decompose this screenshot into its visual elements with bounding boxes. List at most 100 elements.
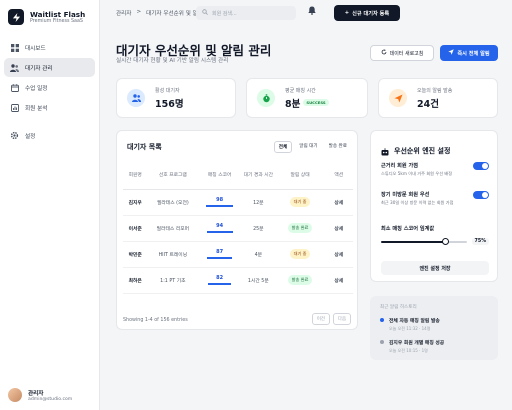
sidebar-item-settings[interactable]: 설정 bbox=[4, 126, 95, 145]
program: 필라테스 리포머 bbox=[147, 215, 199, 242]
match-score: 94 bbox=[198, 215, 242, 242]
engine-settings-card: 우선순위 엔진 설정 근거리 회원 가점 스튜디오 5km 이내 거주 회원 우… bbox=[370, 130, 498, 282]
tab-pending[interactable]: 알림 대기 bbox=[295, 141, 321, 153]
setting-desc: 최근 30일 이상 방문 이력 없는 회원 가점 bbox=[381, 200, 454, 205]
member-name: 김지우 bbox=[123, 189, 148, 216]
prev-page-button[interactable]: 이전 bbox=[311, 313, 330, 325]
waitlist-table: 회원명 선호 프로그램 매칭 스코어 대기 경과 시간 알림 상태 액션 김지우… bbox=[123, 161, 353, 294]
send-all-button[interactable]: 즉시 전체 알림 bbox=[440, 45, 498, 61]
sidebar: Waitlist Flash Premium Fitness SaaS 대시보드… bbox=[0, 0, 100, 410]
status-cell: 대기 중 bbox=[275, 189, 325, 216]
user-profile[interactable]: 관리자 admin@studio.com bbox=[8, 388, 72, 402]
robot-icon bbox=[381, 141, 389, 160]
table-row[interactable]: 박민준 HIIT 트레이닝 87 4분 대기 중 상세 bbox=[123, 241, 353, 268]
sidebar-item-label: 회원 분석 bbox=[25, 105, 48, 112]
stat-value: 156명 bbox=[155, 98, 184, 110]
score-value: 87 bbox=[216, 249, 224, 256]
threshold-label: 최소 매칭 스코어 임계값 bbox=[381, 226, 435, 232]
send-icon bbox=[389, 89, 407, 107]
sidebar-item-label: 대기자 관리 bbox=[25, 65, 53, 72]
sidebar-item-dashboard[interactable]: 대시보드 bbox=[4, 38, 95, 57]
sidebar-item-waitlist[interactable]: 대기자 관리 bbox=[4, 58, 95, 77]
breadcrumb-separator: > bbox=[136, 9, 142, 15]
breadcrumb-item[interactable]: 관리자 bbox=[116, 9, 131, 17]
column-header[interactable]: 대기 경과 시간 bbox=[241, 161, 276, 190]
column-header[interactable]: 선호 프로그램 bbox=[147, 161, 199, 190]
stat-card-notifications: 오늘의 알림 발송 24건 bbox=[378, 78, 498, 118]
status-badge: 대기 중 bbox=[289, 197, 311, 207]
send-all-label: 즉시 전체 알림 bbox=[457, 50, 490, 57]
detail-button[interactable]: 상세 bbox=[324, 241, 353, 268]
sidebar-item-analytics[interactable]: 회원 분석 bbox=[4, 98, 95, 117]
history-main: 전체 자동 매칭 알림 발송 bbox=[389, 319, 440, 324]
history-item[interactable]: 전체 자동 매칭 알림 발송 오늘 오전 11:32 · 14명 bbox=[380, 317, 488, 332]
history-title: 최근 알림 히스토리 bbox=[380, 305, 417, 310]
nearby-toggle[interactable] bbox=[473, 162, 489, 170]
threshold-setting: 최소 매칭 스코어 임계값 bbox=[381, 225, 489, 232]
save-engine-button[interactable]: 엔진 설정 저장 bbox=[381, 261, 489, 275]
inactive-toggle[interactable] bbox=[473, 191, 489, 199]
search-input[interactable]: 회원 검색... bbox=[196, 6, 296, 20]
table-footer: Showing 1-4 of 156 entries bbox=[123, 318, 188, 323]
match-score: 87 bbox=[198, 241, 242, 268]
score-value: 82 bbox=[216, 275, 224, 282]
chart-icon bbox=[10, 103, 19, 112]
user-email: admin@studio.com bbox=[28, 396, 73, 402]
detail-button[interactable]: 상세 bbox=[324, 215, 353, 242]
sidebar-item-label: 설정 bbox=[25, 133, 36, 140]
history-sub: 오늘 오전 10:15 · 1명 bbox=[389, 348, 428, 353]
score-bar bbox=[207, 257, 232, 259]
match-score: 98 bbox=[198, 189, 242, 216]
sidebar-item-schedule[interactable]: 수업 일정 bbox=[4, 78, 95, 97]
next-page-button[interactable]: 다음 bbox=[332, 313, 351, 325]
setting-inactive: 장기 미방문 회원 우선 최근 30일 이상 방문 이력 없는 회원 가점 bbox=[381, 191, 489, 206]
brand[interactable]: Waitlist Flash Premium Fitness SaaS bbox=[0, 0, 99, 34]
table-row[interactable]: 최하은 1:1 PT 기초 82 1시간 5분 발송 완료 상세 bbox=[123, 267, 353, 294]
history-panel: 최근 알림 히스토리 전체 자동 매칭 알림 발송 오늘 오전 11:32 · … bbox=[370, 296, 498, 360]
users-icon bbox=[10, 63, 19, 72]
stat-card-matching: 평균 매칭 시간 8분 SUCCESS bbox=[246, 78, 368, 118]
column-header[interactable]: 회원명 bbox=[123, 161, 148, 190]
threshold-slider[interactable]: 75% bbox=[381, 237, 489, 247]
score-bar bbox=[208, 283, 232, 285]
add-waitlist-button[interactable]: + 신규 대기자 등록 bbox=[334, 5, 400, 21]
score-value: 98 bbox=[216, 197, 224, 204]
search-placeholder: 회원 검색... bbox=[212, 10, 237, 17]
status-cell: 발송 완료 bbox=[275, 215, 325, 242]
history-main: 김지우 회원 개별 매칭 성공 bbox=[389, 341, 445, 346]
table-row[interactable]: 이서준 필라테스 리포머 94 25분 발송 완료 상세 bbox=[123, 215, 353, 242]
bell-icon[interactable] bbox=[308, 6, 316, 17]
user-name: 관리자 bbox=[28, 390, 44, 397]
search-icon bbox=[202, 9, 208, 17]
waitlist-title: 대기자 목록 bbox=[127, 143, 162, 151]
calendar-icon bbox=[10, 83, 19, 92]
tab-sent[interactable]: 발송 완료 bbox=[325, 141, 351, 153]
history-item[interactable]: 김지우 회원 개별 매칭 성공 오늘 오전 10:15 · 1명 bbox=[380, 339, 488, 354]
refresh-button[interactable]: 데이터 새로고침 bbox=[370, 45, 434, 61]
success-badge: SUCCESS bbox=[303, 99, 329, 106]
table-row[interactable]: 김지우 필라테스 (오전) 98 12분 대기 중 상세 bbox=[123, 189, 353, 216]
column-header[interactable]: 매칭 스코어 bbox=[198, 161, 242, 190]
match-score: 82 bbox=[198, 267, 242, 294]
slider-thumb[interactable] bbox=[442, 238, 449, 245]
detail-button[interactable]: 상세 bbox=[324, 267, 353, 294]
score-bar bbox=[206, 231, 233, 233]
grid-icon bbox=[10, 43, 19, 52]
column-header[interactable]: 알림 상태 bbox=[275, 161, 325, 190]
status-cell: 대기 중 bbox=[275, 241, 325, 268]
stat-value: 8분 bbox=[285, 98, 301, 110]
detail-button[interactable]: 상세 bbox=[324, 189, 353, 216]
sidebar-nav: 대시보드 대기자 관리 수업 일정 회원 분석 설정 bbox=[0, 34, 99, 150]
avatar bbox=[8, 388, 22, 402]
column-header[interactable]: 액션 bbox=[324, 161, 353, 190]
status-badge: 발송 완료 bbox=[287, 275, 313, 285]
refresh-icon bbox=[381, 49, 387, 57]
stat-label: 활성 대기자 bbox=[155, 87, 180, 94]
brand-name: Waitlist Flash bbox=[30, 10, 86, 19]
stat-card-active: 활성 대기자 156명 bbox=[116, 78, 236, 118]
sidebar-item-label: 대시보드 bbox=[25, 45, 46, 52]
score-bar bbox=[205, 205, 234, 207]
member-name: 최하은 bbox=[123, 267, 148, 294]
status-cell: 발송 완료 bbox=[275, 267, 325, 294]
tab-all[interactable]: 전체 bbox=[273, 141, 293, 153]
